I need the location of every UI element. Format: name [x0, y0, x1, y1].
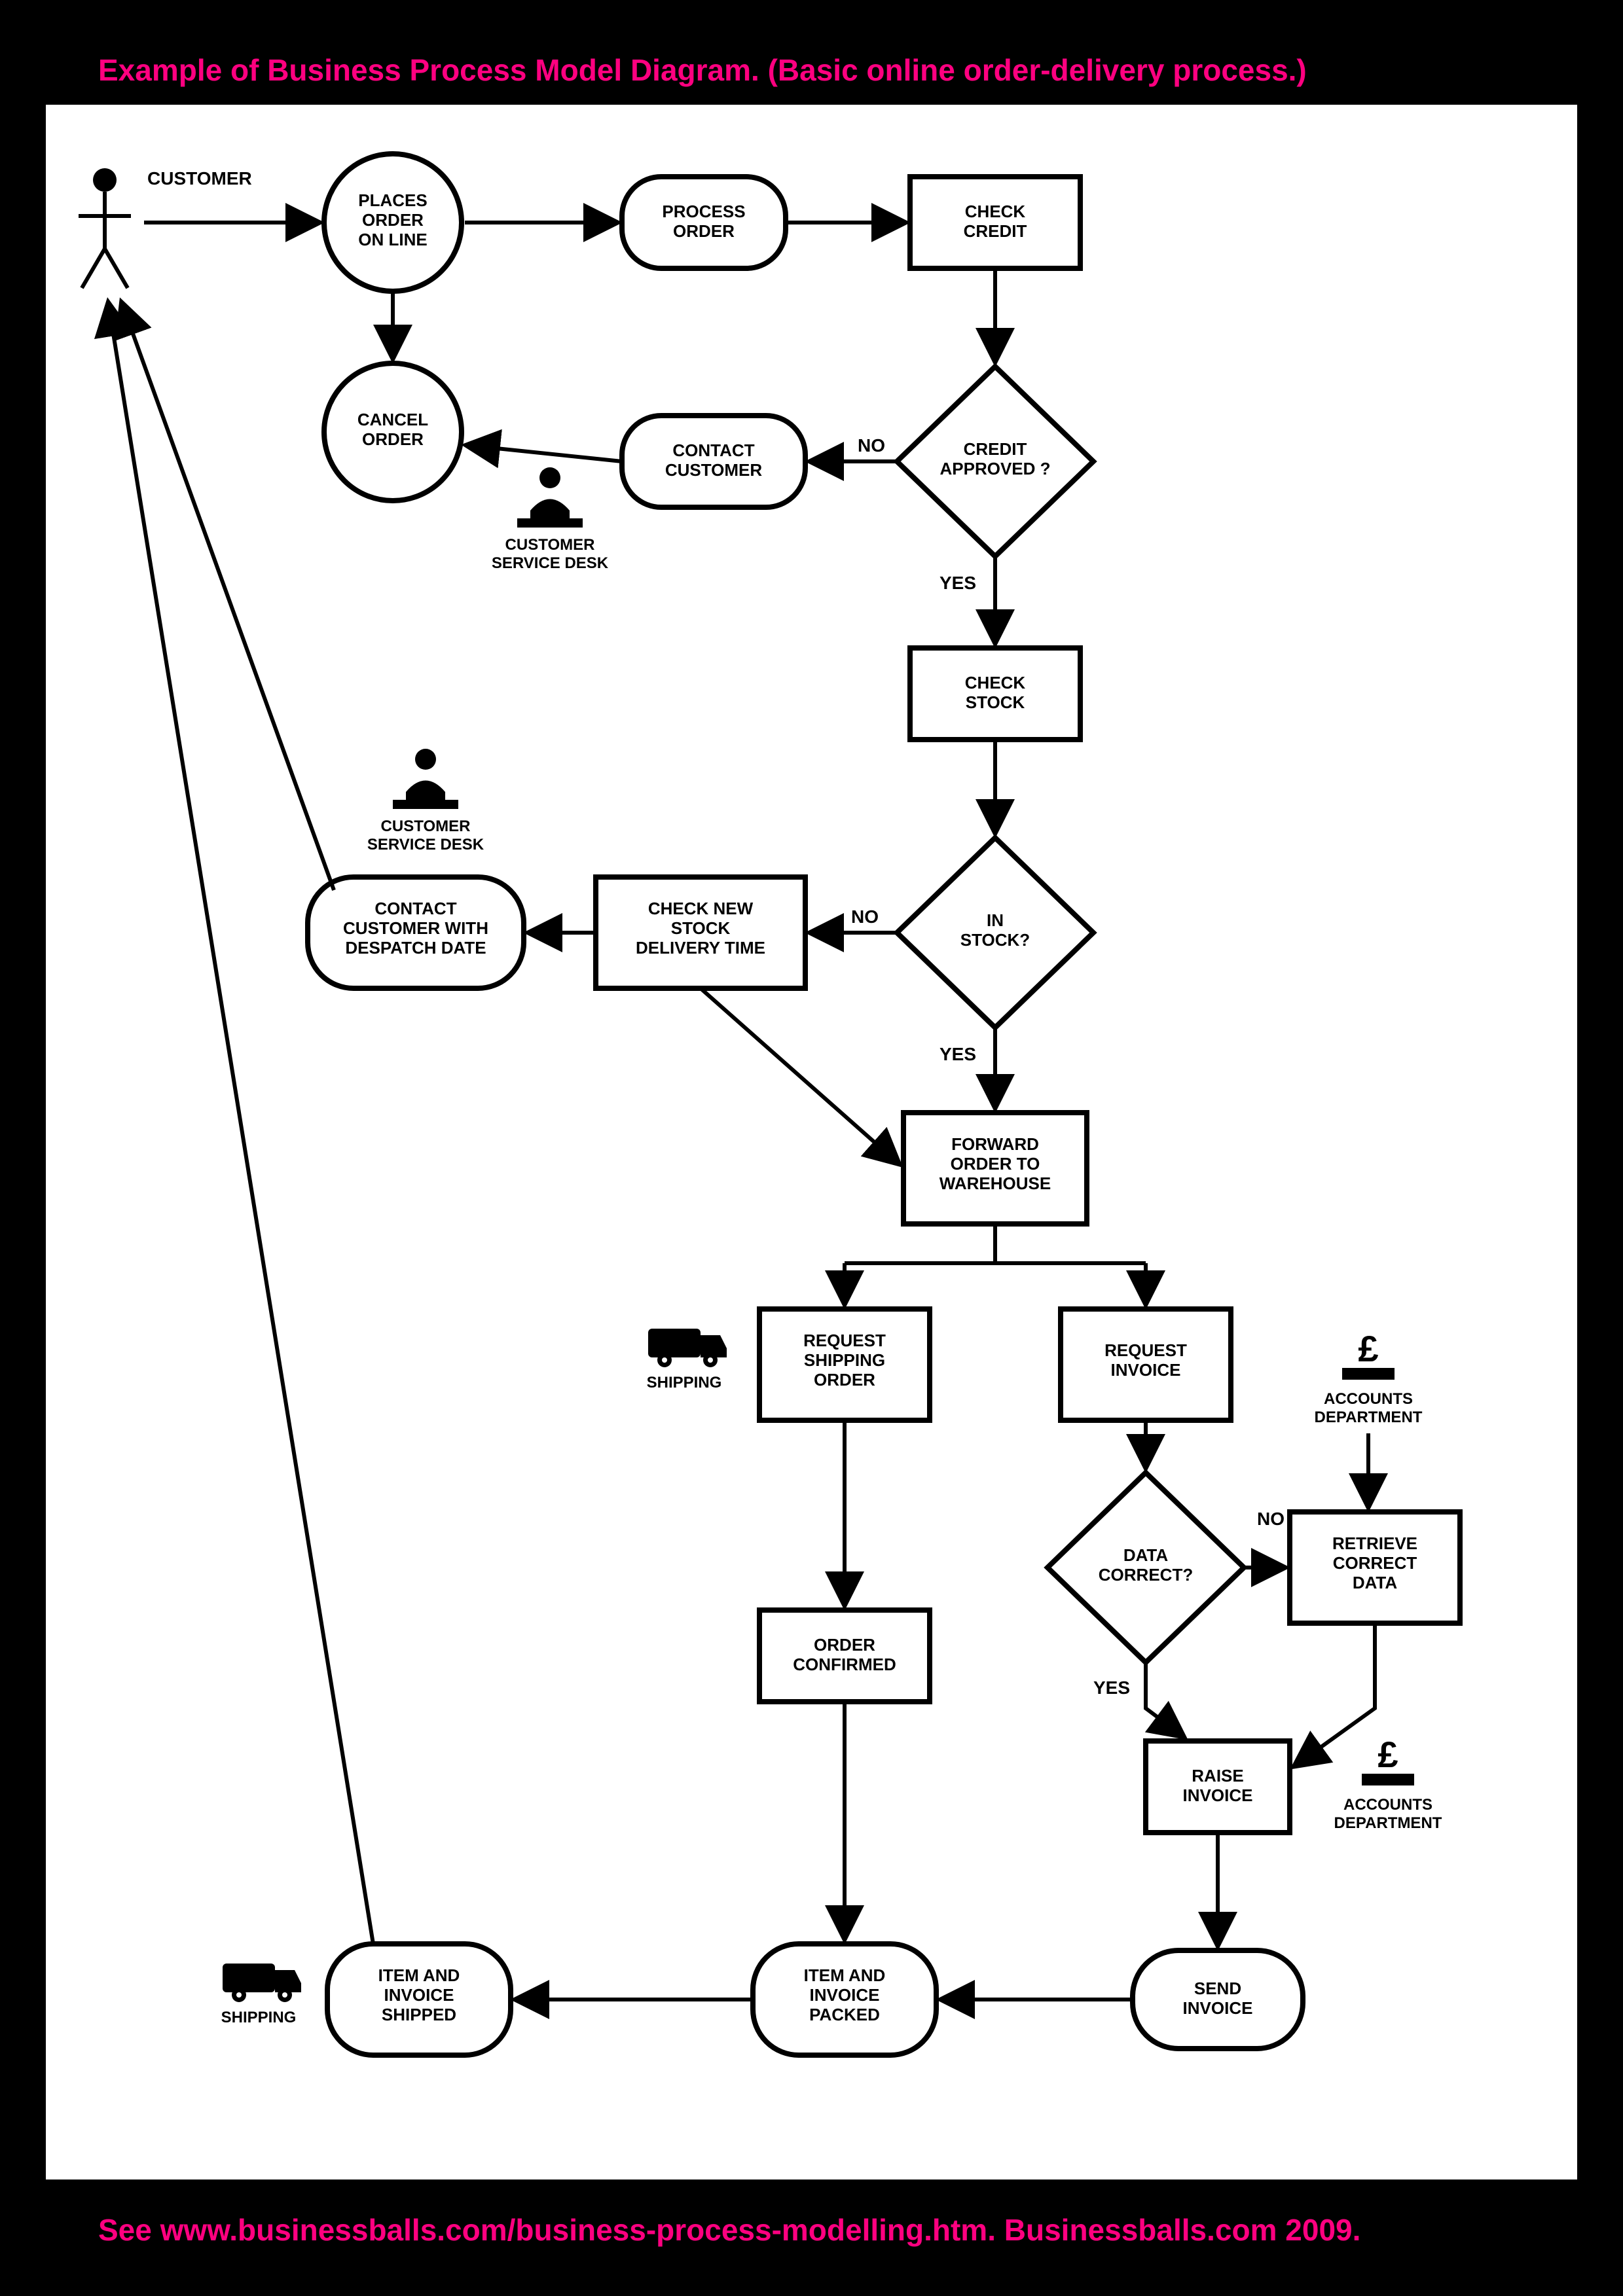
svg-text:FORWARD: FORWARD	[951, 1134, 1039, 1154]
node-send-invoice: SEND INVOICE	[1133, 1950, 1303, 2049]
svg-text:ORDER: ORDER	[814, 1635, 875, 1655]
svg-text:CORRECT?: CORRECT?	[1099, 1565, 1193, 1585]
svg-text:RETRIEVE: RETRIEVE	[1332, 1534, 1417, 1553]
svg-text:CANCEL: CANCEL	[357, 410, 428, 429]
node-raise-invoice: RAISE INVOICE	[1146, 1741, 1290, 1833]
svg-text:DATA: DATA	[1123, 1545, 1169, 1565]
svg-text:ITEM AND: ITEM AND	[804, 1965, 886, 1985]
node-retrieve-data: RETRIEVE CORRECT DATA	[1290, 1512, 1460, 1623]
no-label-3: NO	[1257, 1509, 1285, 1529]
no-label-1: NO	[858, 435, 885, 456]
svg-text:ORDER TO: ORDER TO	[951, 1154, 1040, 1174]
svg-text:APPROVED ?: APPROVED ?	[939, 459, 1050, 478]
accounts-label-2b: DEPARTMENT	[1334, 1814, 1442, 1832]
svg-text:£: £	[1358, 1328, 1378, 1369]
svg-text:REQUEST: REQUEST	[803, 1331, 886, 1350]
svg-text:STOCK: STOCK	[671, 918, 731, 938]
node-contact-despatch: CONTACT CUSTOMER WITH DESPATCH DATE	[308, 877, 524, 988]
svg-text:DESPATCH DATE: DESPATCH DATE	[345, 938, 486, 958]
svg-text:ORDER: ORDER	[362, 210, 424, 230]
node-request-invoice: REQUEST INVOICE	[1061, 1309, 1231, 1420]
csd-label-2: CUSTOMER	[381, 817, 471, 835]
svg-text:PLACES: PLACES	[358, 190, 427, 210]
svg-text:ORDER: ORDER	[673, 221, 735, 241]
csd-label-1b: SERVICE DESK	[492, 554, 609, 572]
csd-label-1: CUSTOMER	[505, 536, 595, 554]
svg-text:CONFIRMED: CONFIRMED	[793, 1655, 896, 1674]
svg-text:CUSTOMER WITH: CUSTOMER WITH	[343, 918, 488, 938]
node-check-stock: CHECK STOCK	[910, 648, 1080, 740]
node-check-new-stock: CHECK NEW STOCK DELIVERY TIME	[596, 877, 805, 988]
svg-text:SHIPPING: SHIPPING	[804, 1350, 885, 1370]
shipping-label-2: SHIPPING	[221, 2009, 297, 2026]
svg-text:DATA: DATA	[1353, 1573, 1398, 1592]
node-credit-approved: CREDIT APPROVED ?	[897, 367, 1093, 556]
page-title: Example of Business Process Model Diagra…	[98, 52, 1307, 88]
svg-text:INVOICE: INVOICE	[1111, 1360, 1181, 1380]
node-request-shipping: REQUEST SHIPPING ORDER	[759, 1309, 930, 1420]
svg-text:INVOICE: INVOICE	[1183, 1785, 1253, 1805]
svg-text:CHECK: CHECK	[965, 673, 1026, 692]
svg-text:SEND: SEND	[1194, 1979, 1241, 1998]
svg-text:CONTACT: CONTACT	[374, 899, 456, 918]
accounts-icon-1: £	[1342, 1328, 1395, 1380]
svg-text:CORRECT: CORRECT	[1333, 1553, 1417, 1573]
svg-text:PROCESS: PROCESS	[662, 202, 745, 221]
svg-text:£: £	[1377, 1734, 1398, 1775]
svg-text:CONTACT: CONTACT	[672, 440, 754, 460]
svg-text:STOCK: STOCK	[966, 692, 1025, 712]
svg-text:INVOICE: INVOICE	[384, 1985, 454, 2005]
csd-label-2b: SERVICE DESK	[367, 836, 484, 853]
accounts-label-2a: ACCOUNTS	[1343, 1796, 1432, 1814]
csd-icon-2	[393, 749, 458, 809]
node-in-stock: IN STOCK?	[897, 838, 1093, 1028]
yes-label-3: YES	[1093, 1677, 1130, 1698]
no-label-2: NO	[851, 906, 879, 927]
page-footer: See www.businessballs.com/business-proce…	[98, 2212, 1360, 2248]
page-root: Example of Business Process Model Diagra…	[0, 0, 1623, 2296]
node-process-order: PROCESS ORDER	[622, 177, 786, 268]
node-forward-warehouse: FORWARD ORDER TO WAREHOUSE	[903, 1113, 1087, 1224]
svg-text:SHIPPED: SHIPPED	[382, 2005, 456, 2024]
svg-text:ON LINE: ON LINE	[358, 230, 427, 249]
node-cancel-order: CANCEL ORDER	[324, 363, 462, 501]
shipping-icon-1	[648, 1329, 727, 1367]
svg-text:REQUEST: REQUEST	[1104, 1340, 1187, 1360]
svg-text:WAREHOUSE: WAREHOUSE	[939, 1174, 1051, 1193]
svg-text:CREDIT: CREDIT	[964, 439, 1027, 459]
svg-text:PACKED: PACKED	[809, 2005, 880, 2024]
svg-text:CUSTOMER: CUSTOMER	[665, 460, 763, 480]
csd-icon-1	[517, 467, 583, 528]
shipping-label-1: SHIPPING	[647, 1374, 722, 1391]
svg-text:ITEM AND: ITEM AND	[378, 1965, 460, 1985]
node-check-credit: CHECK CREDIT	[910, 177, 1080, 268]
accounts-label-1b: DEPARTMENT	[1315, 1408, 1423, 1426]
accounts-icon-2: £	[1362, 1734, 1414, 1785]
svg-text:CHECK: CHECK	[965, 202, 1026, 221]
yes-label-1: YES	[939, 573, 976, 593]
node-order-confirmed: ORDER CONFIRMED	[759, 1610, 930, 1702]
node-places-order: PLACES ORDER ON LINE	[324, 154, 462, 291]
customer-icon	[79, 168, 131, 288]
shipping-icon-2	[223, 1964, 301, 2002]
customer-label: CUSTOMER	[147, 168, 252, 188]
svg-text:INVOICE: INVOICE	[810, 1985, 880, 2005]
node-data-correct: DATA CORRECT?	[1048, 1473, 1244, 1662]
node-item-packed: ITEM AND INVOICE PACKED	[753, 1944, 936, 2055]
svg-text:IN: IN	[987, 910, 1004, 930]
yes-label-2: YES	[939, 1044, 976, 1064]
svg-text:DELIVERY TIME: DELIVERY TIME	[636, 938, 765, 958]
diagram-canvas: CUSTOMER PLACES ORDER ON LINE PROCESS OR…	[46, 105, 1577, 2179]
node-contact-customer: CONTACT CUSTOMER	[622, 416, 805, 507]
svg-text:ORDER: ORDER	[362, 429, 424, 449]
svg-text:STOCK?: STOCK?	[960, 930, 1030, 950]
svg-text:INVOICE: INVOICE	[1183, 1998, 1253, 2018]
svg-text:CREDIT: CREDIT	[964, 221, 1027, 241]
flowchart-svg: CUSTOMER PLACES ORDER ON LINE PROCESS OR…	[46, 105, 1577, 2179]
accounts-label-1a: ACCOUNTS	[1324, 1390, 1413, 1408]
svg-text:ORDER: ORDER	[814, 1370, 875, 1390]
svg-text:RAISE: RAISE	[1192, 1766, 1243, 1785]
node-item-shipped: ITEM AND INVOICE SHIPPED	[327, 1944, 511, 2055]
svg-text:CHECK NEW: CHECK NEW	[648, 899, 754, 918]
